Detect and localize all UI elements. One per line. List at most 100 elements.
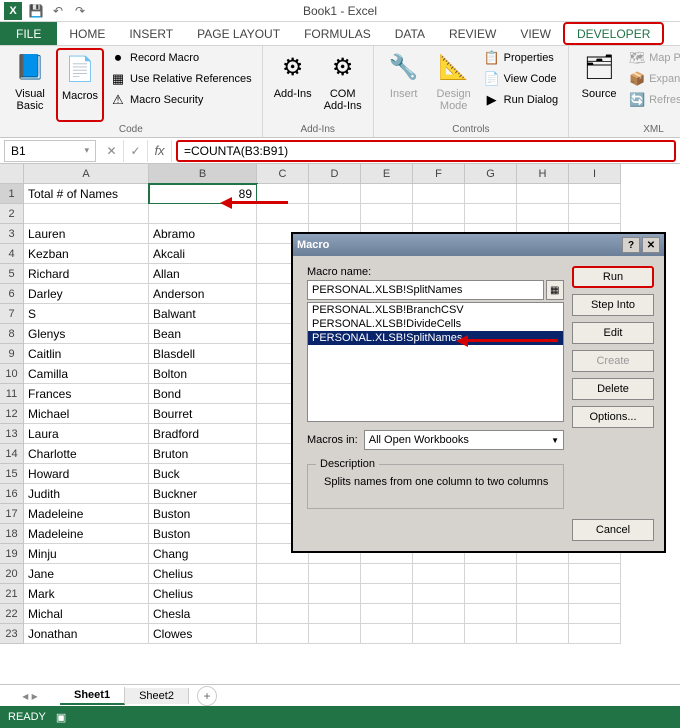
row-header[interactable]: 23	[0, 624, 24, 644]
row-header[interactable]: 18	[0, 524, 24, 544]
cell[interactable]: Howard	[24, 464, 149, 484]
tab-data[interactable]: DATA	[383, 22, 437, 45]
cell[interactable]: Glenys	[24, 324, 149, 344]
cell[interactable]: Akcali	[149, 244, 257, 264]
col-header-h[interactable]: H	[517, 164, 569, 184]
tab-formulas[interactable]: FORMULAS	[292, 22, 383, 45]
cell[interactable]	[413, 204, 465, 224]
source-button[interactable]: 🗂Source	[575, 48, 623, 122]
cell[interactable]: Jonathan	[24, 624, 149, 644]
col-header-a[interactable]: A	[24, 164, 149, 184]
tab-home[interactable]: HOME	[57, 22, 117, 45]
cell[interactable]	[517, 204, 569, 224]
sheet-nav[interactable]: ◂ ▸	[0, 689, 60, 703]
cell[interactable]	[361, 564, 413, 584]
row-header[interactable]: 21	[0, 584, 24, 604]
visual-basic-button[interactable]: 📘 Visual Basic	[6, 48, 54, 122]
undo-icon[interactable]: ↶	[50, 3, 66, 19]
cell[interactable]: Madeleine	[24, 504, 149, 524]
cell[interactable]: Kezban	[24, 244, 149, 264]
cell[interactable]: Minju	[24, 544, 149, 564]
col-header-f[interactable]: F	[413, 164, 465, 184]
macro-record-icon[interactable]: ▣	[56, 711, 66, 724]
cell[interactable]: Chelius	[149, 584, 257, 604]
cell[interactable]	[517, 624, 569, 644]
row-header[interactable]: 2	[0, 204, 24, 224]
addins-button[interactable]: ⚙Add-Ins	[269, 48, 317, 122]
cell[interactable]	[413, 624, 465, 644]
cell[interactable]: Michal	[24, 604, 149, 624]
macros-button[interactable]: 📄 Macros	[56, 48, 104, 122]
cell[interactable]: Madeleine	[24, 524, 149, 544]
macro-list-item-selected[interactable]: PERSONAL.XLSB!SplitNames	[308, 331, 563, 345]
cell[interactable]	[257, 604, 309, 624]
step-into-button[interactable]: Step Into	[572, 294, 654, 316]
cell[interactable]: Caitlin	[24, 344, 149, 364]
use-relative-button[interactable]: ▦Use Relative References	[106, 69, 256, 89]
cell[interactable]	[517, 184, 569, 204]
cell[interactable]	[413, 184, 465, 204]
map-properties-button[interactable]: 🗺Map Properties	[625, 48, 680, 68]
macro-name-input[interactable]	[307, 280, 544, 300]
cell[interactable]: Buston	[149, 504, 257, 524]
row-header[interactable]: 8	[0, 324, 24, 344]
row-header[interactable]: 22	[0, 604, 24, 624]
options-button[interactable]: Options...	[572, 406, 654, 428]
cell[interactable]	[257, 204, 309, 224]
save-icon[interactable]: 💾	[28, 3, 44, 19]
cell[interactable]	[569, 564, 621, 584]
cell[interactable]	[24, 204, 149, 224]
macro-list-item[interactable]: PERSONAL.XLSB!BranchCSV	[308, 303, 563, 317]
cell[interactable]: Bradford	[149, 424, 257, 444]
cell[interactable]: Charlotte	[24, 444, 149, 464]
cell[interactable]: Judith	[24, 484, 149, 504]
tab-insert[interactable]: INSERT	[117, 22, 185, 45]
cell[interactable]	[517, 604, 569, 624]
properties-button[interactable]: 📋Properties	[480, 48, 562, 68]
cell[interactable]: Anderson	[149, 284, 257, 304]
cell[interactable]	[569, 624, 621, 644]
cell[interactable]	[465, 624, 517, 644]
row-header[interactable]: 14	[0, 444, 24, 464]
row-header[interactable]: 16	[0, 484, 24, 504]
edit-button[interactable]: Edit	[572, 322, 654, 344]
cell[interactable]: Laura	[24, 424, 149, 444]
cell[interactable]: S	[24, 304, 149, 324]
cell[interactable]: Bond	[149, 384, 257, 404]
cell[interactable]	[517, 584, 569, 604]
formula-input[interactable]: =COUNTA(B3:B91)	[176, 140, 676, 162]
cell[interactable]: Blasdell	[149, 344, 257, 364]
cell[interactable]	[413, 604, 465, 624]
enter-formula-icon[interactable]: ✓	[124, 140, 148, 162]
cell[interactable]: Michael	[24, 404, 149, 424]
col-header-d[interactable]: D	[309, 164, 361, 184]
cell[interactable]: Richard	[24, 264, 149, 284]
cancel-formula-icon[interactable]: ✕	[100, 140, 124, 162]
cell[interactable]	[361, 584, 413, 604]
com-addins-button[interactable]: ⚙COM Add-Ins	[319, 48, 367, 122]
fx-icon[interactable]: fx	[148, 140, 172, 162]
cell[interactable]	[569, 584, 621, 604]
cell[interactable]: Darley	[24, 284, 149, 304]
cell[interactable]	[257, 184, 309, 204]
cell[interactable]: Buston	[149, 524, 257, 544]
tab-developer[interactable]: DEVELOPER	[563, 22, 664, 45]
run-dialog-button[interactable]: ▶Run Dialog	[480, 90, 562, 110]
cell[interactable]: Chelius	[149, 564, 257, 584]
sheet-tab[interactable]: Sheet2	[125, 688, 189, 704]
cell[interactable]	[569, 604, 621, 624]
cell[interactable]: Balwant	[149, 304, 257, 324]
row-header[interactable]: 20	[0, 564, 24, 584]
row-header[interactable]: 13	[0, 424, 24, 444]
cell[interactable]	[361, 624, 413, 644]
select-all-corner[interactable]	[0, 164, 24, 184]
delete-button[interactable]: Delete	[572, 378, 654, 400]
record-macro-button[interactable]: ⏺Record Macro	[106, 48, 256, 68]
cell[interactable]	[361, 204, 413, 224]
cell[interactable]: Lauren	[24, 224, 149, 244]
cell[interactable]	[569, 204, 621, 224]
cell[interactable]: Bruton	[149, 444, 257, 464]
insert-control-button[interactable]: 🔧Insert	[380, 48, 428, 122]
cell[interactable]: Buckner	[149, 484, 257, 504]
col-header-g[interactable]: G	[465, 164, 517, 184]
